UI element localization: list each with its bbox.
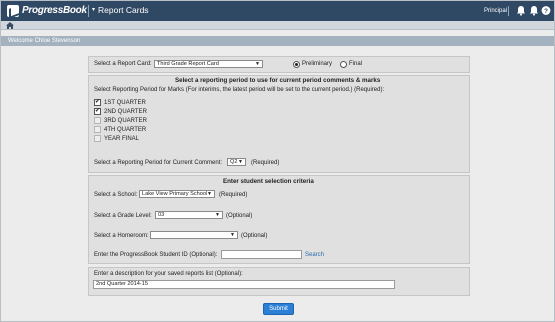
alert-bell-icon[interactable] (529, 5, 539, 16)
period-checkbox-year-final (94, 135, 101, 142)
description-panel: Enter a description for your saved repor… (88, 267, 470, 296)
report-card-select-value: Third Grade Report Card (157, 61, 219, 67)
report-card-panel: Select a Report Card: Third Grade Report… (88, 56, 470, 73)
description-input[interactable]: 2nd Quarter 2014-15 (93, 280, 395, 289)
homeroom-label: Select a Homeroom: (94, 233, 149, 239)
student-criteria-panel: Enter student selection criteria Select … (88, 175, 470, 264)
comment-period-select[interactable]: Q2 ▼ (227, 158, 246, 166)
check-icon: ✔ (95, 108, 101, 114)
select-caret-icon: ▼ (230, 232, 235, 238)
help-icon[interactable]: ? (541, 5, 551, 16)
school-required: (Required) (219, 192, 248, 198)
homeroom-optional: (Optional) (241, 233, 268, 239)
grade-select-value: 03 (158, 212, 165, 218)
search-link[interactable]: Search (305, 252, 324, 258)
home-icon[interactable] (6, 22, 14, 29)
top-navigation-bar: ProgressBook ▾ Report Cards Principal ? (1, 1, 554, 21)
comment-period-required: (Required) (251, 160, 280, 166)
welcome-bar: Welcome Chloe Stevenson (1, 36, 554, 46)
report-card-label: Select a Report Card: (94, 61, 152, 67)
report-card-select[interactable]: Third Grade Report Card ▼ (154, 60, 263, 68)
welcome-text: Welcome Chloe Stevenson (8, 38, 81, 44)
period-checkbox-2nd[interactable]: ✔ (94, 108, 101, 115)
logo-text: ProgressBook (22, 5, 87, 16)
module-title[interactable]: Report Cards (98, 5, 149, 15)
period-checkbox-4th (94, 126, 101, 133)
select-caret-icon: ▼ (207, 191, 212, 197)
final-label: Final (349, 61, 363, 67)
grade-label: Select a Grade Level: (94, 213, 152, 219)
grade-select[interactable]: 03 ▼ (155, 211, 223, 219)
school-label: Select a School: (94, 192, 138, 198)
select-caret-icon: ▼ (255, 61, 260, 67)
notification-bell-icon[interactable] (516, 5, 526, 16)
school-select-value: Lake View Primary School (142, 191, 208, 197)
user-role[interactable]: Principal (484, 8, 507, 14)
role-separator (508, 6, 509, 16)
select-caret-icon: ▼ (238, 159, 243, 165)
module-menu-chevron-icon[interactable]: ▾ (92, 6, 95, 13)
grade-optional: (Optional) (226, 213, 253, 219)
preliminary-label: Preliminary (302, 61, 333, 67)
svg-text:?: ? (544, 8, 548, 15)
student-id-input[interactable] (221, 250, 302, 259)
reporting-period-panel: Select a reporting period to use for cur… (88, 75, 470, 173)
period-label-1st: 1ST QUARTER (104, 100, 146, 106)
student-id-label: Enter the ProgressBook Student ID (Optio… (94, 252, 218, 258)
topbar-divider (88, 5, 89, 17)
preliminary-radio[interactable] (293, 61, 300, 68)
select-caret-icon: ▼ (215, 212, 220, 218)
check-icon: ✔ (95, 99, 101, 105)
reporting-period-title: Select a reporting period to use for cur… (175, 77, 381, 84)
homeroom-select[interactable]: ▼ (150, 231, 238, 239)
period-label-3rd: 3RD QUARTER (104, 118, 147, 124)
submit-button[interactable]: Submit (263, 303, 294, 315)
progressbook-logo-icon (7, 5, 19, 17)
breadcrumb-bar (1, 21, 554, 30)
period-label-2nd: 2ND QUARTER (104, 109, 147, 115)
school-select[interactable]: Lake View Primary School ▼ (139, 190, 215, 198)
period-checkbox-1st[interactable]: ✔ (94, 99, 101, 106)
description-label: Enter a description for your saved repor… (94, 271, 243, 277)
criteria-title: Enter student selection criteria (223, 178, 314, 185)
comment-period-label: Select a Reporting Period for Current Co… (94, 160, 223, 166)
marks-period-label: Select Reporting Period for Marks (For i… (94, 87, 385, 93)
period-checkbox-3rd (94, 117, 101, 124)
period-label-4th: 4TH QUARTER (104, 127, 147, 133)
final-radio[interactable] (340, 61, 347, 68)
comment-period-value: Q2 (230, 159, 238, 165)
period-label-year-final: YEAR FINAL (104, 136, 140, 142)
